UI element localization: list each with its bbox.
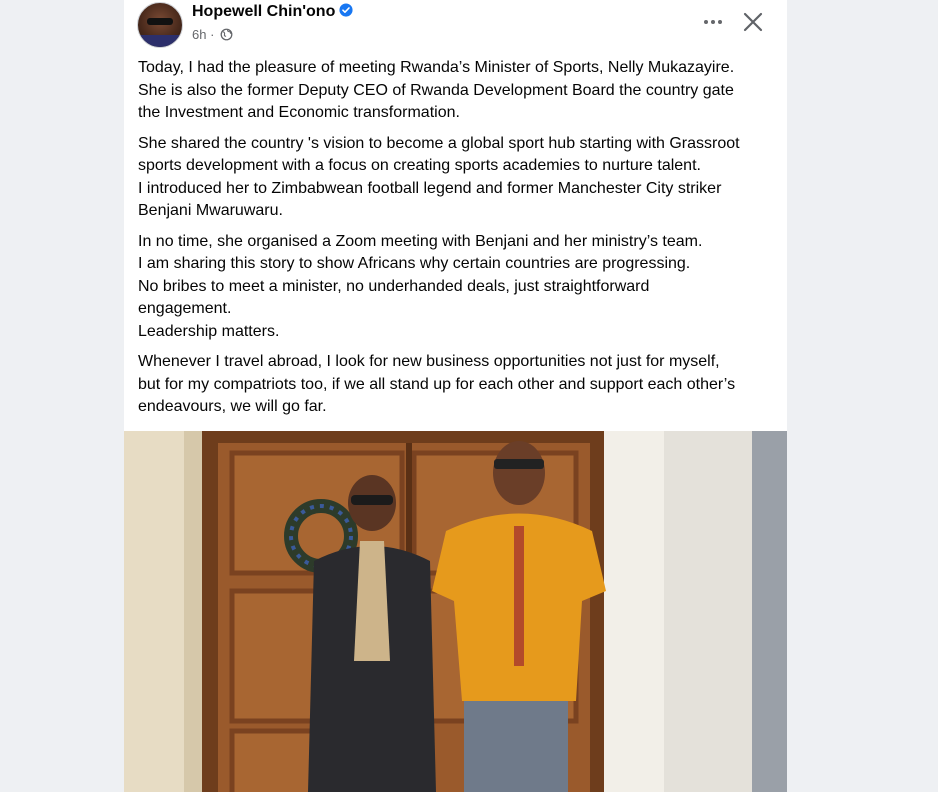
close-icon[interactable]	[736, 6, 770, 38]
photo-man-glasses	[494, 459, 544, 469]
paragraph: Today, I had the pleasure of meeting Rwa…	[138, 57, 780, 125]
text-line: In no time, she organised a Zoom meeting…	[138, 232, 703, 250]
photo-pillar	[664, 431, 754, 792]
post-meta: 6h ·	[192, 27, 233, 42]
photo-woman-sunglasses	[351, 495, 393, 505]
post-photo[interactable]	[124, 431, 787, 792]
text-line: Benjani Mwaruwaru.	[138, 202, 283, 219]
more-options-button[interactable]	[695, 8, 731, 36]
paragraph: She shared the country 's vision to beco…	[138, 133, 780, 223]
author-avatar[interactable]	[137, 2, 183, 48]
meta-separator: ·	[210, 27, 215, 42]
photo-brick-wall	[752, 431, 787, 792]
photo-woman-blouse	[354, 541, 390, 661]
author-name[interactable]: Hopewell Chin'ono	[192, 3, 335, 20]
photo-man-head	[493, 441, 545, 505]
text-line: engagement.	[138, 300, 232, 317]
author-name-row: Hopewell Chin'ono	[192, 3, 353, 21]
more-dot	[718, 20, 722, 24]
text-line: I introduced her to Zimbabwean football …	[138, 179, 722, 197]
text-line: She is also the former Deputy CEO of Rwa…	[138, 81, 734, 99]
globe-icon	[220, 28, 233, 41]
post-timestamp[interactable]: 6h	[192, 27, 206, 42]
photo-wall-shadow	[184, 431, 204, 792]
text-line: She shared the country 's vision to beco…	[138, 134, 740, 152]
text-line: but for my compatriots too, if we all st…	[138, 375, 736, 393]
paragraph: In no time, she organised a Zoom meeting…	[138, 231, 780, 344]
text-line: Today, I had the pleasure of meeting Rwa…	[138, 59, 735, 76]
text-line: No bribes to meet a minister, no underha…	[138, 277, 650, 295]
post-header: Hopewell Chin'ono 6h ·	[124, 0, 787, 52]
avatar-sunglasses	[147, 18, 173, 25]
photo-man-shirt-trim	[514, 526, 524, 666]
photo-man-trousers	[464, 701, 568, 792]
text-line: endeavours, we will go far.	[138, 398, 327, 415]
post-card: Hopewell Chin'ono 6h · Today, I had the …	[124, 0, 787, 792]
post-text: Today, I had the pleasure of meeting Rwa…	[138, 57, 780, 427]
avatar-shirt	[138, 35, 182, 47]
text-line: I am sharing this story to show Africans…	[138, 255, 691, 272]
verified-badge-icon	[339, 3, 353, 17]
text-line: Leadership matters.	[138, 322, 280, 340]
text-line: sports development with a focus on creat…	[138, 157, 701, 174]
paragraph: Whenever I travel abroad, I look for new…	[138, 351, 780, 419]
text-line: Whenever I travel abroad, I look for new…	[138, 353, 720, 370]
more-dot	[704, 20, 708, 24]
more-dot	[711, 20, 715, 24]
text-line: the Investment and Economic transformati…	[138, 104, 460, 121]
